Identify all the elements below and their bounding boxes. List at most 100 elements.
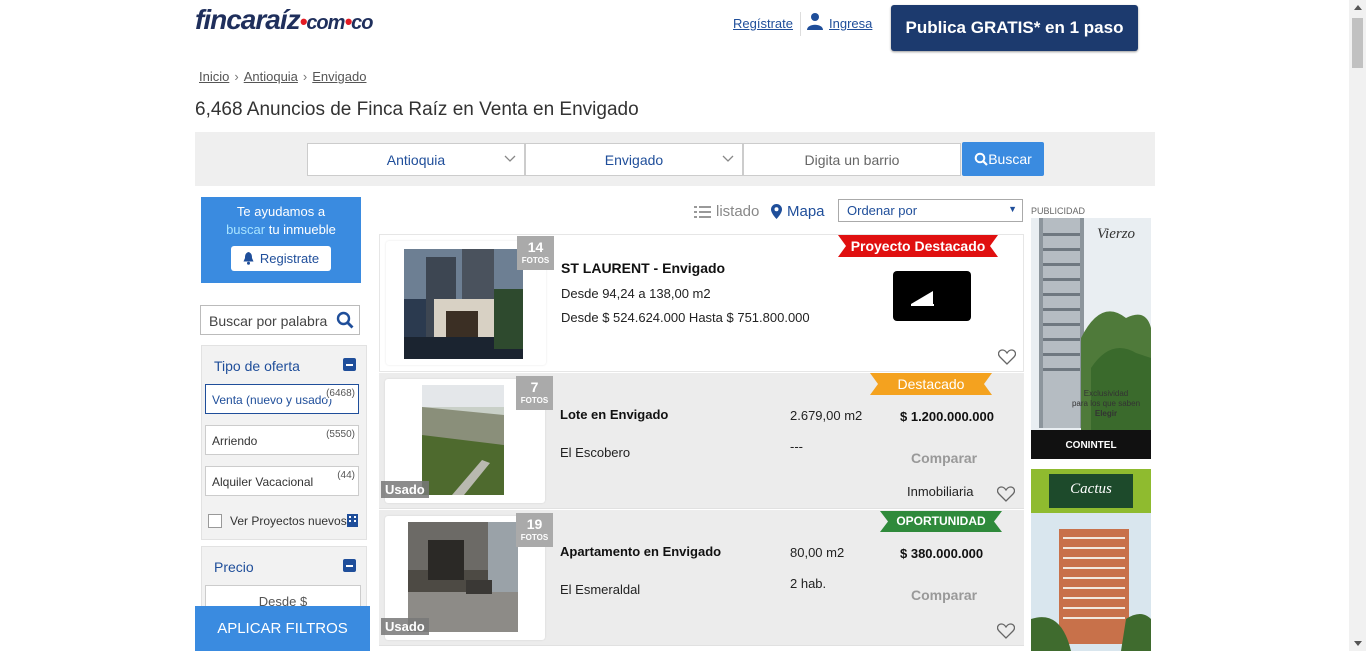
- sidebar-register-label: Registrate: [259, 251, 320, 266]
- listing-area: Desde 94,24 a 138,00 m2: [561, 286, 711, 301]
- featured-label: Destacado: [897, 376, 965, 392]
- photo-count-badge: 14 FOTOS: [517, 236, 554, 270]
- search-bar: Antioquia Envigado Digita un barrio Busc…: [195, 132, 1155, 186]
- list-view-label: listado: [716, 203, 760, 220]
- photo-count: 19: [526, 516, 543, 532]
- search-button[interactable]: Buscar: [962, 142, 1044, 176]
- help-line2: tu inmueble: [265, 222, 336, 237]
- keyword-placeholder: Buscar por palabra: [209, 313, 328, 329]
- list-icon: [694, 205, 711, 218]
- listing-area: 2.679,00 m2: [790, 408, 863, 423]
- order-label: Ordenar por: [847, 203, 918, 218]
- favorite-heart-icon[interactable]: [997, 486, 1015, 502]
- publish-button[interactable]: Publica GRATIS* en 1 paso: [891, 5, 1138, 51]
- listing-photo[interactable]: [422, 385, 504, 495]
- help-highlight: buscar: [226, 222, 266, 237]
- projects-checkbox-label[interactable]: Ver Proyectos nuevos: [230, 514, 347, 528]
- photo-count-badge: 7 FOTOS: [516, 376, 553, 410]
- neighborhood-input[interactable]: Digita un barrio: [743, 143, 961, 176]
- listing-title[interactable]: Apartamento en Envigado: [560, 544, 721, 559]
- listing-card[interactable]: 7 FOTOS Usado Lote en Envigado El Escobe…: [379, 373, 1024, 509]
- ad2-brand: Cactus: [1070, 481, 1112, 497]
- scroll-down-arrow-icon[interactable]: [1354, 641, 1362, 646]
- search-icon[interactable]: [336, 311, 354, 329]
- seller-type: Inmobiliaria: [907, 484, 974, 499]
- list-view-toggle[interactable]: listado: [694, 203, 759, 220]
- login-link[interactable]: Ingresa: [829, 16, 872, 31]
- offer-option-arriendo[interactable]: Arriendo (5550): [205, 425, 359, 455]
- map-view-label: Mapa: [787, 203, 825, 220]
- site-logo[interactable]: fincaraíz•com•co: [195, 4, 374, 36]
- listing-title[interactable]: Lote en Envigado: [560, 407, 668, 422]
- photo-count: 14: [527, 239, 544, 255]
- offer-type-title[interactable]: Tipo de oferta: [214, 358, 300, 374]
- page-scrollbar[interactable]: [1349, 0, 1366, 651]
- projects-checkbox[interactable]: [208, 514, 222, 528]
- offer-option-alquiler[interactable]: Alquiler Vacacional (44): [205, 466, 359, 496]
- breadcrumb-antioquia[interactable]: Antioquia: [244, 69, 298, 84]
- city-select[interactable]: Envigado: [525, 143, 743, 176]
- listing-area: 80,00 m2: [790, 545, 845, 560]
- register-link[interactable]: Regístrate: [733, 16, 793, 31]
- advertisement-banner-1[interactable]: Vierzo Exclusividad para los que saben E…: [1031, 218, 1151, 459]
- scrollbar-thumb[interactable]: [1352, 18, 1363, 68]
- map-view-toggle[interactable]: Mapa: [771, 203, 825, 220]
- search-button-label: Buscar: [988, 151, 1032, 167]
- department-value: Antioquia: [386, 151, 446, 168]
- compare-button[interactable]: Comparar: [911, 450, 977, 466]
- help-line1: Te ayudamos a: [236, 204, 326, 219]
- ad1-line1: Exclusividad: [1083, 389, 1129, 398]
- listing-photo[interactable]: [408, 522, 518, 632]
- offer-count: (6468): [326, 388, 355, 399]
- sidebar-register-button[interactable]: Registrate: [231, 246, 331, 271]
- listing-price: $ 380.000.000: [900, 546, 984, 561]
- advertisement-banner-2[interactable]: Cactus: [1031, 469, 1151, 651]
- price-title[interactable]: Precio: [214, 559, 254, 575]
- department-select[interactable]: Antioquia: [307, 143, 525, 176]
- bell-icon: [243, 252, 254, 265]
- page-title: 6,468 Anuncios de Finca Raíz en Venta en…: [195, 99, 639, 120]
- photo-count: 7: [530, 379, 539, 395]
- collapse-icon[interactable]: [343, 559, 356, 572]
- breadcrumb-separator: ›: [234, 69, 239, 84]
- photo-count-label: FOTOS: [520, 533, 549, 542]
- offer-label: Arriendo: [212, 434, 258, 448]
- ad1-brand: Vierzo: [1097, 226, 1136, 242]
- breadcrumb-envigado[interactable]: Envigado: [312, 69, 366, 84]
- listing-card[interactable]: 14 FOTOS ST LAURENT - Envigado Desde 94,…: [379, 234, 1024, 372]
- logo-co: co: [351, 12, 373, 34]
- ad1-line2: para los que saben: [1071, 399, 1141, 408]
- logo-main: fincaraíz: [195, 4, 301, 35]
- listing-photo[interactable]: [404, 249, 523, 359]
- listing-price: $ 1.200.000.000: [900, 409, 994, 424]
- listing-card[interactable]: 19 FOTOS Usado Apartamento en Envigado E…: [379, 510, 1024, 646]
- compare-button[interactable]: Comparar: [911, 587, 977, 603]
- ad1-line3: Elegir: [1094, 409, 1118, 418]
- favorite-heart-icon[interactable]: [998, 349, 1016, 365]
- ad-banner-image: [1031, 218, 1151, 459]
- builder-logo-mark: [911, 291, 934, 306]
- photo-count-badge: 19 FOTOS: [516, 513, 553, 547]
- ad1-company: CONINTEL: [1065, 440, 1117, 451]
- listing-rooms: ---: [790, 439, 803, 454]
- apply-filters-button[interactable]: APLICAR FILTROS: [195, 606, 370, 651]
- breadcrumb-home[interactable]: Inicio: [199, 69, 229, 84]
- dropdown-arrow-icon: ▼: [1008, 204, 1017, 214]
- listing-title[interactable]: ST LAURENT - Envigado: [561, 260, 725, 276]
- listing-rooms: 2 hab.: [790, 576, 827, 591]
- header-divider: [800, 12, 801, 36]
- collapse-icon[interactable]: [343, 358, 356, 371]
- condition-tag: Usado: [381, 481, 429, 498]
- scroll-up-arrow-icon[interactable]: [1354, 5, 1362, 10]
- order-select[interactable]: Ordenar por ▼: [838, 199, 1023, 222]
- offer-option-venta[interactable]: Venta (nuevo y usado) (6468): [205, 384, 359, 414]
- search-icon: [974, 152, 988, 166]
- offer-type-panel: Tipo de oferta Venta (nuevo y usado) (64…: [201, 345, 367, 540]
- listing-location: El Escobero: [560, 445, 631, 460]
- advertising-label: PUBLICIDAD: [1031, 206, 1086, 216]
- favorite-heart-icon[interactable]: [997, 623, 1015, 639]
- builder-logo[interactable]: [893, 271, 971, 321]
- city-value: Envigado: [604, 151, 664, 168]
- map-pin-icon: [771, 204, 782, 219]
- listing-location: El Esmeraldal: [560, 582, 641, 597]
